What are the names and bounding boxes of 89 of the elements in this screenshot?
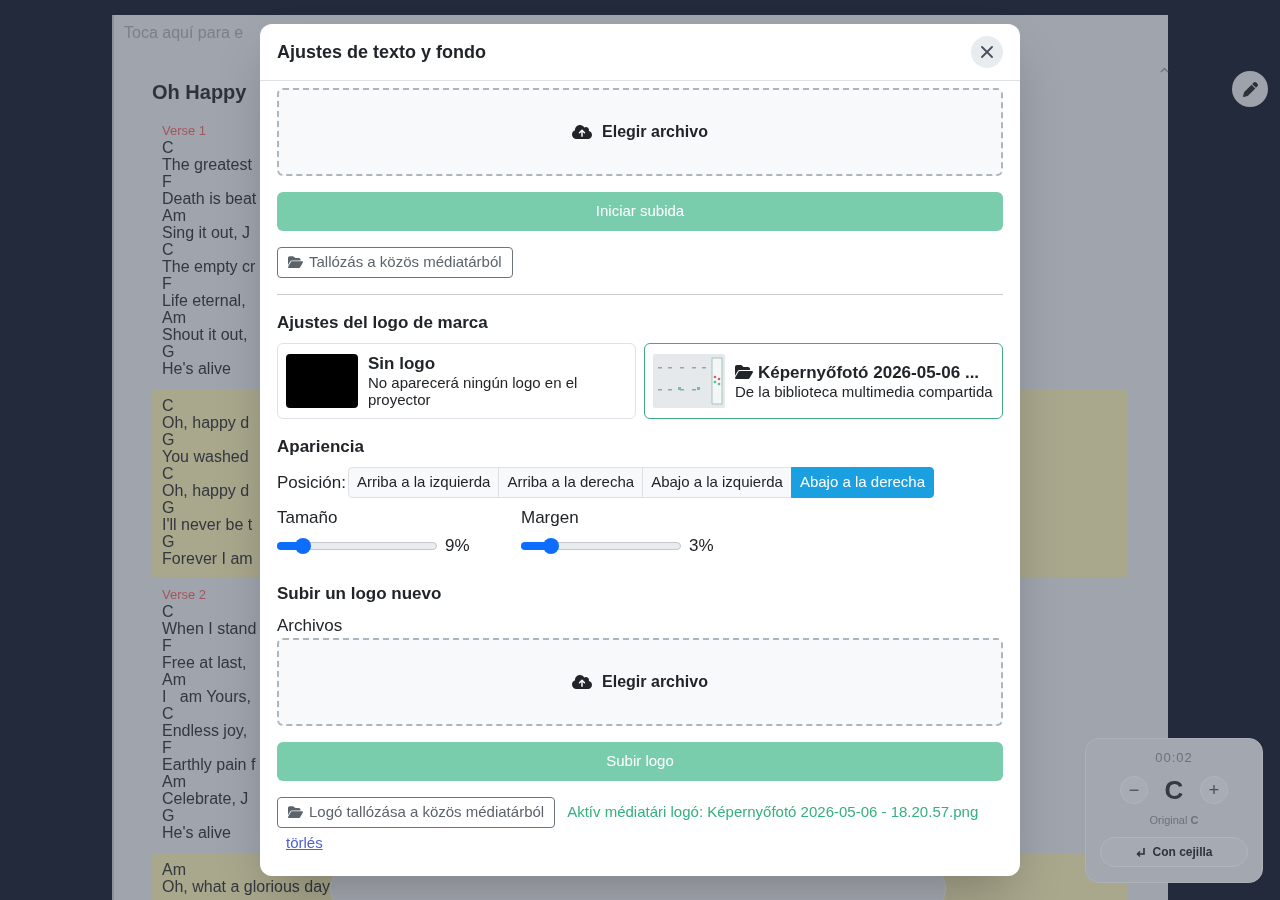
chord-text: F (162, 739, 172, 756)
field-label: Tamaño (277, 508, 338, 528)
field-label: Archivos (277, 616, 343, 636)
dialog-title: Ajustes de texto y fondo (277, 41, 487, 63)
lyric-line: Endless joy, (162, 722, 248, 739)
lyric-line: Oh, what a glorious day (162, 878, 331, 895)
chord-text: C (162, 705, 174, 722)
lyric-line: Celebrate, J (162, 790, 249, 807)
position-option[interactable]: Arriba a la derecha (498, 467, 644, 498)
chord-text: Am (162, 773, 186, 790)
increase-button[interactable]: + (1200, 776, 1228, 804)
close-button[interactable] (971, 36, 1003, 68)
lyric-line: When I stand (162, 620, 257, 637)
logo-option-card[interactable]: Sin logo No aparecerá ningún logo en el proyector (277, 343, 636, 419)
browse-library-button[interactable]: Tallózás a közös médiatárból (277, 247, 513, 278)
section-title: Apariencia (277, 437, 365, 457)
upload-cloud-icon (572, 674, 593, 690)
chord-text: F (162, 637, 172, 654)
position-option[interactable]: Arriba a la izquierda (348, 467, 500, 498)
lyric-line: The empty cr (162, 258, 256, 275)
screenshot-thumbnail-drawing (653, 354, 725, 408)
chord-text: Am (162, 309, 186, 326)
chord-text: Am (162, 861, 186, 878)
logo-option-description: De la biblioteca multimedia compartida (735, 382, 993, 400)
lyric-line: Life eternal, (162, 292, 246, 309)
chord-text: G (162, 499, 175, 516)
browse-library-button[interactable]: Logó tallózása a közös médiatárból (277, 797, 556, 828)
slider-value: 9% (445, 536, 470, 556)
logo-option-title: Képernyőfotó 2026-05-06 ... (758, 362, 980, 383)
folder-icon (288, 806, 303, 819)
chord-text: G (162, 533, 175, 550)
field-label: Margen (521, 508, 579, 528)
key-text: C (1163, 775, 1185, 805)
close-icon (981, 46, 993, 58)
lyric-line: He's alive (162, 360, 231, 377)
section-title: Ajustes del logo de marca (277, 313, 489, 333)
section-title: Subir un logo nuevo (277, 584, 443, 604)
section-label: Verse 1 (162, 123, 207, 139)
range-slider[interactable] (277, 538, 437, 554)
position-option[interactable]: Abajo a la izquierda (642, 467, 792, 498)
chord-text: Am (162, 207, 186, 224)
slider-thumb[interactable] (542, 538, 559, 554)
active-logo-text: Aktív médiatári logó: Képernyőfotó 2026-05-06 - 18.20.57.png (567, 802, 979, 823)
field-label: Posición: (277, 471, 346, 494)
chord-text: C (162, 465, 174, 482)
decrease-button[interactable]: − (1120, 776, 1148, 804)
logo-option-card[interactable]: Képernyőfotó 2026-05-06 ... De la biblioteca multimedia compartida (644, 343, 1003, 419)
turn-arrow-icon (1135, 846, 1147, 858)
remove-link[interactable]: törlés (286, 833, 323, 853)
lyric-line: The greatest (162, 156, 252, 173)
lyric-line: Death is beat (162, 190, 257, 207)
lyric-line: Sing it out, J (162, 224, 251, 241)
folder-icon (288, 256, 303, 269)
capo-button[interactable]: Con cejilla (1100, 837, 1248, 867)
chord-text: C (162, 397, 174, 414)
pencil-icon (1242, 81, 1258, 97)
chord-text: C (162, 603, 174, 620)
edit-button[interactable] (1232, 71, 1268, 107)
chord-text: F (162, 173, 172, 190)
file-dropzone[interactable]: Elegir archivo (277, 638, 1003, 726)
lyric-line: I'll never be t (162, 516, 253, 533)
slider-value: 3% (689, 536, 714, 556)
chevron-up-icon[interactable] (1160, 67, 1169, 73)
section-label: Verse 2 (162, 587, 207, 603)
lyric-line: Shout it out, (162, 326, 248, 343)
logo-option-title: Sin logo (368, 354, 437, 374)
lyric-line: Oh, happy d (162, 414, 250, 431)
upload-cloud-icon (572, 124, 593, 140)
chord-text: G (162, 343, 175, 360)
lyric-line: He's alive (162, 824, 231, 841)
chord-text: C (162, 139, 174, 156)
file-dropzone[interactable]: Elegir archivo (277, 88, 1003, 176)
lyric-line: Free at last, (162, 654, 247, 671)
lyric-line: Earthly pain f (162, 756, 256, 773)
chord-text: F (162, 275, 172, 292)
logo-option-description: No aparecerá ningún logo en el proyector (368, 374, 579, 408)
lyric-line: Oh, happy d (162, 482, 250, 499)
folder-icon (735, 365, 753, 380)
lyric-line: I am Yours, (162, 688, 251, 705)
chord-text: C (162, 241, 174, 258)
logo-preview (286, 354, 358, 408)
chord-text: G (162, 431, 175, 448)
chord-text: G (162, 807, 175, 824)
range-slider[interactable] (521, 538, 681, 554)
slider-thumb[interactable] (295, 538, 311, 554)
lyric-line: Forever I am (162, 550, 253, 567)
song-title: Oh Happy (152, 80, 247, 104)
lyric-line: You washed (162, 448, 249, 465)
chord-text: Am (162, 671, 186, 688)
